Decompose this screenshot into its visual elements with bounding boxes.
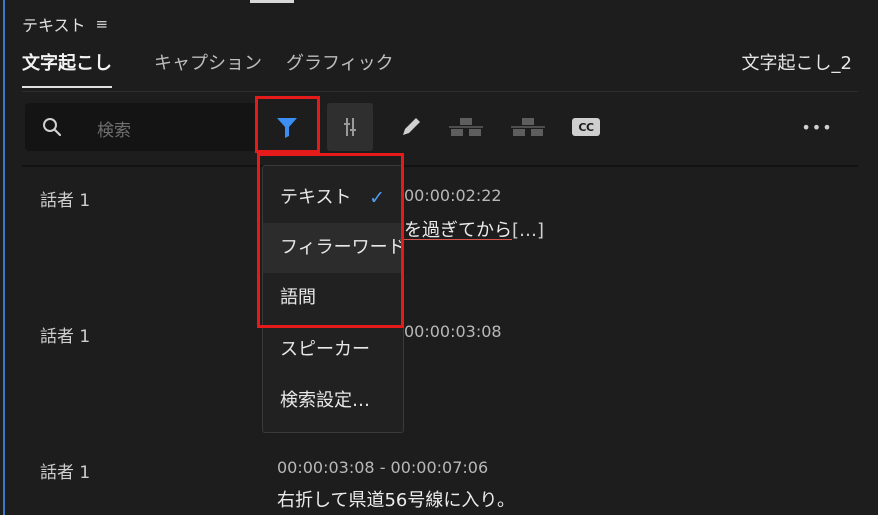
cc-label: CC (578, 120, 594, 134)
captions-button[interactable]: CC (563, 103, 609, 151)
search-box[interactable]: 検索 (25, 103, 257, 151)
dropdown-highlight-box (257, 153, 404, 328)
split-segment-icon (511, 118, 545, 136)
segment-speaker[interactable]: 話者 1 (40, 322, 90, 347)
filter-option-speaker[interactable]: スピーカー (263, 325, 403, 375)
segment-speaker[interactable]: 話者 1 (40, 186, 90, 211)
filter-option-label: 検索設定… (280, 390, 370, 411)
adjust-button[interactable] (327, 103, 373, 151)
filter-option-search-settings[interactable]: 検索設定… (263, 376, 403, 426)
tab-graphics[interactable]: グラフィック (286, 50, 394, 82)
sequence-name: 文字起こし_2 (741, 53, 852, 74)
merge-segment-icon (449, 118, 483, 136)
segment-text-underlined: を過ぎてから (404, 220, 512, 241)
segment-timecode: 00:00:03:08 (404, 322, 502, 341)
segment-text-ellipsis: […] (512, 220, 545, 241)
search-icon (43, 118, 62, 137)
segment-text[interactable]: 右折して県道56号線に入り。 (277, 486, 515, 512)
adjust-icon (344, 118, 356, 136)
panel-header: テキスト ≡ (22, 12, 108, 36)
merge-segments-button[interactable] (443, 103, 489, 151)
filter-option-label: スピーカー (280, 339, 370, 360)
segment-timecode: 00:00:02:22 (404, 186, 502, 205)
filter-highlight-box (255, 96, 320, 153)
panel-top-indicator (250, 0, 294, 3)
split-segment-button[interactable] (505, 103, 551, 151)
tab-transcript[interactable]: 文字起こし (22, 50, 112, 88)
more-options-button[interactable]: ••• (794, 103, 840, 151)
pencil-icon (403, 118, 420, 135)
cc-icon: CC (572, 118, 600, 136)
more-icon: ••• (801, 117, 833, 137)
segment-timecode: 00:00:03:08 - 00:00:07:06 (277, 458, 489, 477)
tab-bar: 文字起こし キャプション グラフィック 文字起こし_2 (22, 50, 852, 90)
panel-menu-icon[interactable]: ≡ (96, 15, 109, 33)
panel-focus-border (3, 0, 5, 515)
segment-speaker[interactable]: 話者 1 (40, 458, 90, 483)
tab-divider (22, 91, 858, 92)
panel-title: テキスト (22, 16, 86, 35)
transcript-panel: テキスト ≡ 文字起こし キャプション グラフィック 文字起こし_2 検索 CC… (0, 0, 878, 515)
toolbar-divider (22, 165, 858, 167)
segment-text[interactable]: を過ぎてから[…] (404, 216, 544, 242)
tab-captions[interactable]: キャプション (154, 50, 262, 82)
search-input[interactable]: 検索 (97, 116, 131, 141)
edit-button[interactable] (388, 103, 434, 151)
